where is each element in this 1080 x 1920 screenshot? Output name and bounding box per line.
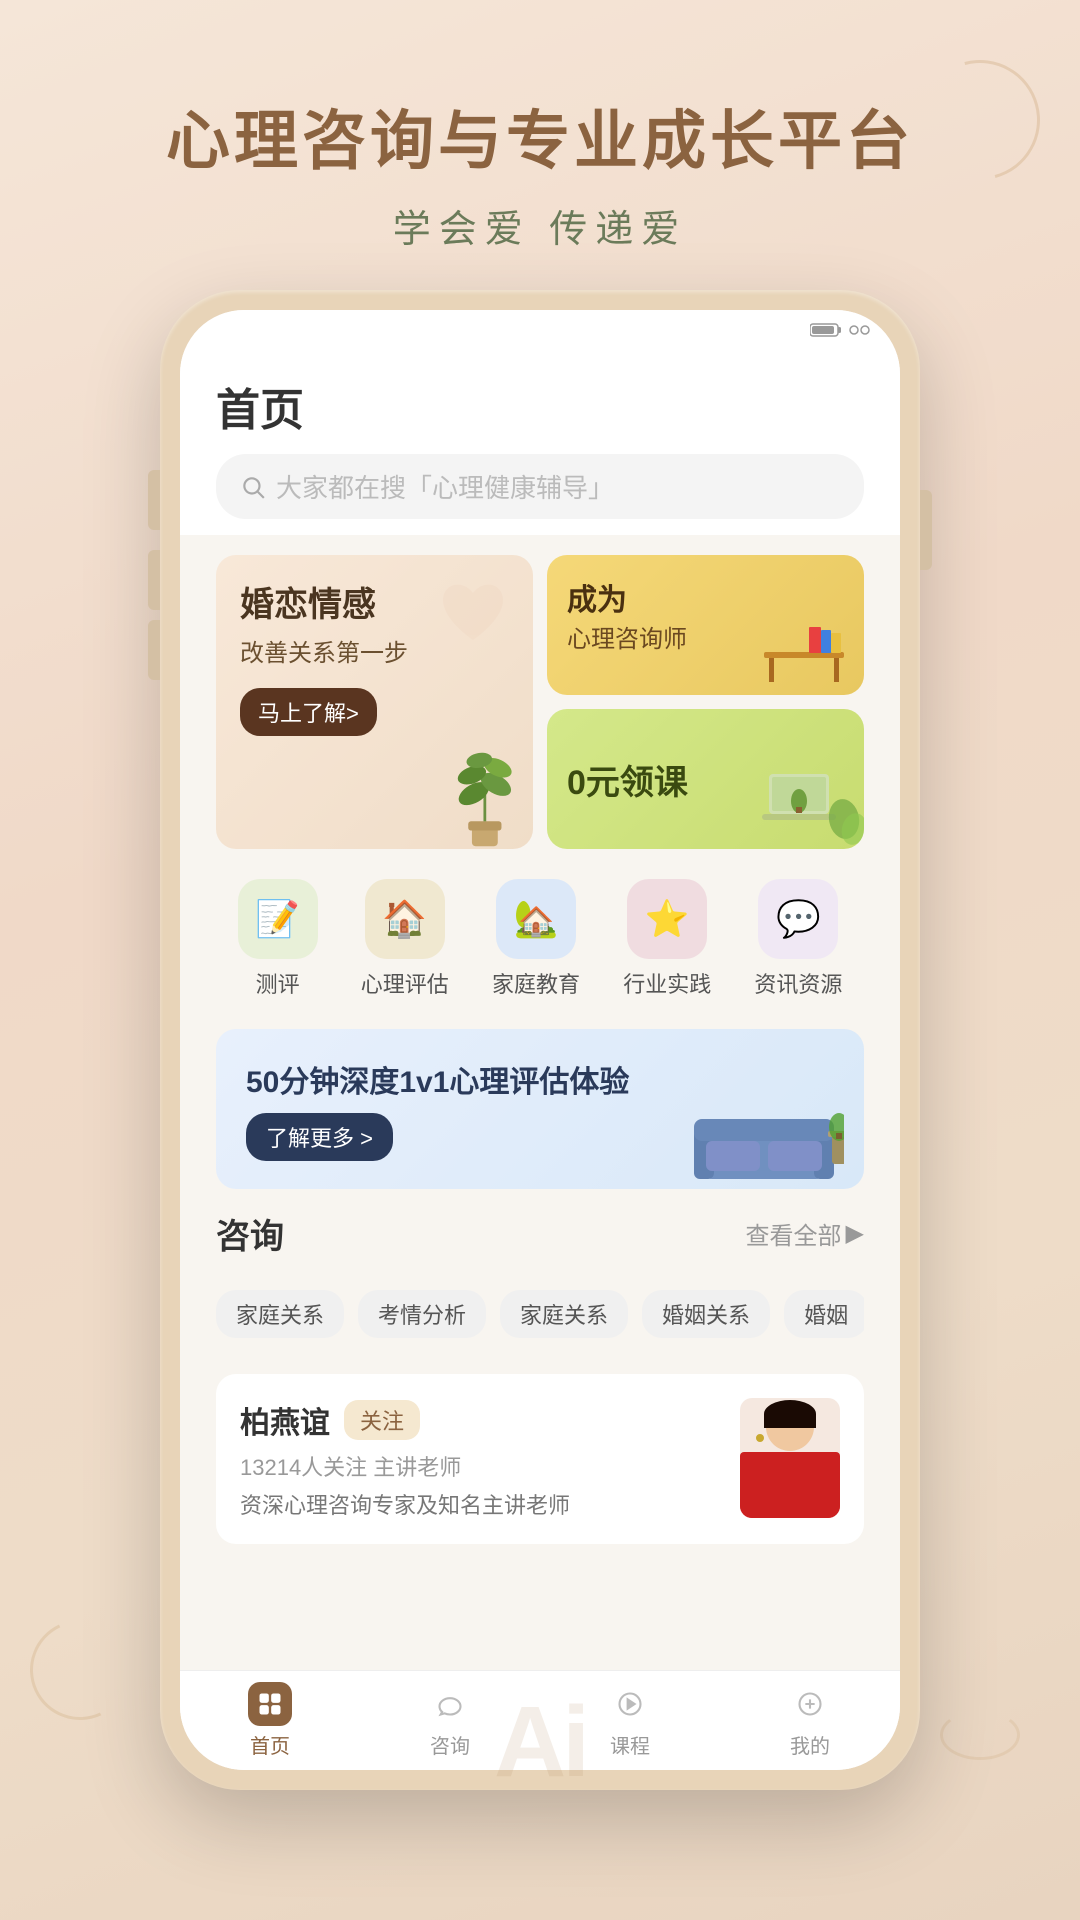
nav-industry-icon-wrap: ⭐ [627,879,707,959]
nav-assessment-icon-wrap: 📝 [238,879,318,959]
promo-btn-label: 了解更多 > [266,1121,373,1153]
nav-item-assessment[interactable]: 📝 测评 [238,879,318,999]
consult-tags-row: 家庭关系 考情分析 家庭关系 婚姻关系 婚姻 [216,1290,864,1338]
nav-industry-label: 行业实践 [623,967,711,999]
promo-btn[interactable]: 了解更多 > [246,1113,393,1161]
sofa-deco-icon [684,1099,844,1189]
top-section: 心理咨询与专业成长平台 学会爱 传递爱 [0,0,1080,293]
battery-icon [810,320,870,340]
banner-grid: 婚恋情感 改善关系第一步 马上了解> [216,555,864,849]
nav-family-edu-icon-wrap: 🏡 [496,879,576,959]
phone-screen: 首页 大家都在搜「心理健康辅导」 [180,310,900,1770]
mine-nav-label: 我的 [790,1730,830,1759]
nav-info-icon-wrap: 💬 [758,879,838,959]
follow-button[interactable]: 关注 [344,1400,420,1440]
tag-2[interactable]: 家庭关系 [500,1290,628,1338]
search-icon [240,474,266,500]
promo-banner[interactable]: 50分钟深度1v1心理评估体验 了解更多 > [216,1029,864,1189]
chevron-right-icon: ▶ [846,1219,864,1248]
search-bar[interactable]: 大家都在搜「心理健康辅导」 [216,454,864,519]
quick-nav: 📝 测评 🏠 心理评估 🏡 家庭教育 [216,869,864,1009]
main-content: 婚恋情感 改善关系第一步 马上了解> [180,535,900,1670]
consultant-desc: 资深心理咨询专家及知名主讲老师 [240,1488,720,1520]
sub-title: 学会爱 传递爱 [0,198,1080,253]
banner-free-title: 0元领课 [567,755,688,804]
nav-assessment-label: 测评 [256,967,300,999]
course-nav-icon-wrap [608,1682,652,1726]
consultant-info: 柏燕谊 关注 13214人关注 主讲老师 资深心理咨询专家及知名主讲老师 [240,1398,720,1520]
consultant-name: 柏燕谊 [240,1398,330,1442]
main-title: 心理咨询与专业成长平台 [0,90,1080,182]
consultant-name-row: 柏燕谊 关注 [240,1398,720,1442]
nav-item-info[interactable]: 💬 资讯资源 [754,879,842,999]
side-plant-icon [804,789,864,849]
nav-info-label: 资讯资源 [754,967,842,999]
banner-marriage-btn[interactable]: 马上了解> [240,688,377,736]
home-icon [256,1690,284,1718]
bottom-nav-consult[interactable]: 咨询 [360,1682,540,1759]
nav-item-psych-eval[interactable]: 🏠 心理评估 [361,879,449,999]
consult-nav-icon-wrap [428,1682,472,1726]
course-icon [616,1690,644,1718]
consult-section-more[interactable]: 查看全部 ▶ [746,1216,864,1251]
course-nav-label: 课程 [610,1730,650,1759]
desk-deco-icon [754,607,854,687]
nav-psych-eval-icon: 🏠 [382,898,427,940]
consult-section-title: 咨询 [216,1209,284,1258]
bottom-nav-mine[interactable]: 我的 [720,1682,900,1759]
banner-counselor[interactable]: 成为 心理咨询师 [547,555,864,695]
nav-item-industry[interactable]: ⭐ 行业实践 [623,879,711,999]
bottom-nav: 首页 咨询 [180,1670,900,1770]
deco-curve-bottom-left [16,1606,144,1734]
consultant-stats: 13214人关注 主讲老师 [240,1450,720,1482]
tag-3[interactable]: 婚姻关系 [642,1290,770,1338]
banner-free-course[interactable]: 0元领课 [547,709,864,849]
consultant-card-0[interactable]: 柏燕谊 关注 13214人关注 主讲老师 资深心理咨询专家及知名主讲老师 [216,1374,864,1544]
tag-1[interactable]: 考情分析 [358,1290,486,1338]
tag-0[interactable]: 家庭关系 [216,1290,344,1338]
nav-assessment-icon: 📝 [255,898,300,940]
nav-family-edu-icon: 🏡 [514,898,559,940]
status-bar [180,310,900,350]
page-title: 首页 [216,374,864,438]
bottom-nav-home[interactable]: 首页 [180,1682,360,1759]
consult-icon [436,1690,464,1718]
nav-item-family-edu[interactable]: 🏡 家庭教育 [492,879,580,999]
nav-psych-eval-label: 心理评估 [361,967,449,999]
home-nav-icon-wrap [248,1682,292,1726]
heart-deco-icon [433,575,513,655]
consult-section-header: 咨询 查看全部 ▶ [216,1209,864,1258]
promo-title: 50分钟深度1v1心理评估体验 [246,1057,834,1101]
nav-industry-icon: ⭐ [645,898,690,940]
consult-nav-label: 咨询 [430,1730,470,1759]
nav-family-edu-label: 家庭教育 [492,967,580,999]
home-nav-label: 首页 [250,1730,290,1759]
avatar-figure [740,1398,840,1518]
banner-marriage[interactable]: 婚恋情感 改善关系第一步 马上了解> [216,555,533,849]
app-header: 首页 大家都在搜「心理健康辅导」 [180,350,900,535]
nav-info-icon: 💬 [776,898,821,940]
nav-psych-eval-icon-wrap: 🏠 [365,879,445,959]
mine-icon [796,1690,824,1718]
search-placeholder-text: 大家都在搜「心理健康辅导」 [276,468,614,505]
tag-4[interactable]: 婚姻 [784,1290,864,1338]
mine-nav-icon-wrap [788,1682,832,1726]
phone-mockup: 首页 大家都在搜「心理健康辅导」 [160,290,920,1790]
bottom-nav-course[interactable]: 课程 [540,1682,720,1759]
banner-marriage-btn-label: 马上了解> [258,696,359,728]
app-content: 首页 大家都在搜「心理健康辅导」 [180,350,900,1770]
consult-more-label: 查看全部 [746,1216,842,1251]
consultant-avatar [740,1398,840,1518]
deco-curve-bottom-right [940,1710,1020,1760]
plant-deco-icon [443,729,523,849]
